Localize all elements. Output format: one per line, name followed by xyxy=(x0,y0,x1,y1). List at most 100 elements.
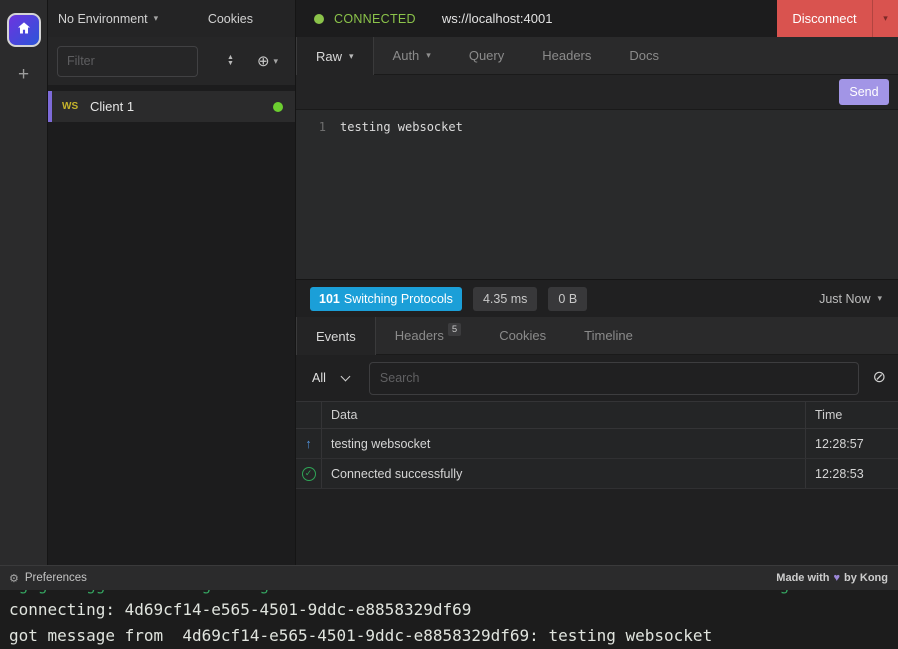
event-type-select[interactable]: All xyxy=(308,371,353,385)
event-filter-row: All ⊘ xyxy=(296,355,898,401)
response-time-badge: 4.35 ms xyxy=(473,287,537,311)
credit-suffix: by Kong xyxy=(844,572,888,584)
status-badge: 101 Switching Protocols xyxy=(310,287,462,311)
response-history-dropdown[interactable]: Just Now ▾ xyxy=(819,292,884,306)
event-time: 12:28:57 xyxy=(805,429,898,458)
home-button[interactable] xyxy=(7,13,41,47)
connected-dot xyxy=(273,102,283,112)
tab-query-label: Query xyxy=(469,48,504,63)
gear-icon: ⚙ xyxy=(9,572,19,585)
disconnect-label: Disconnect xyxy=(777,0,872,37)
kong-credit: Made with ♥ by Kong xyxy=(776,572,888,584)
sidebar: No Environment ▾ Cookies ▲ ▼ ⊕ ▾ WS xyxy=(48,0,295,565)
sort-icon[interactable]: ▲ ▼ xyxy=(227,55,234,67)
sent-arrow-icon: ↑ xyxy=(305,436,312,451)
terminal-clipped-line: g g gg g g g xyxy=(9,590,898,597)
tab-timeline-label: Timeline xyxy=(584,328,633,343)
credit-prefix: Made with xyxy=(776,572,829,584)
heart-icon: ♥ xyxy=(833,572,840,584)
disconnect-button[interactable]: Disconnect ▾ xyxy=(777,0,898,37)
preferences-label: Preferences xyxy=(25,572,87,584)
tab-events-label: Events xyxy=(316,329,356,344)
insomnia-app: + No Environment ▾ Cookies ▲ ▼ ⊕ ▾ xyxy=(0,0,898,649)
check-circle-icon: ✓ xyxy=(302,467,316,481)
tab-response-cookies-label: Cookies xyxy=(499,328,546,343)
activity-rail: + xyxy=(0,0,48,565)
tab-headers[interactable]: Headers xyxy=(523,37,610,74)
response-status-bar: 101 Switching Protocols 4.35 ms 0 B Just… xyxy=(296,279,898,317)
message-editor[interactable]: 1 testing websocket xyxy=(296,110,898,279)
send-button[interactable]: Send xyxy=(839,79,889,105)
sort-down-icon: ▼ xyxy=(227,61,234,67)
terminal-line: got message from 4d69cf14-e565-4501-9ddc… xyxy=(9,623,898,649)
sidebar-header: No Environment ▾ Cookies xyxy=(48,0,295,37)
main-pane: CONNECTED ws://localhost:4001 Disconnect… xyxy=(295,0,898,565)
event-data: testing websocket xyxy=(322,437,805,451)
chevron-down-icon: ▾ xyxy=(274,56,279,67)
ws-method-tag: WS xyxy=(62,101,90,112)
tab-docs-label: Docs xyxy=(629,48,659,63)
main-row: + No Environment ▾ Cookies ▲ ▼ ⊕ ▾ xyxy=(0,0,898,565)
tab-events[interactable]: Events xyxy=(296,317,376,355)
cookies-button[interactable]: Cookies xyxy=(208,12,253,26)
disconnect-menu-button[interactable]: ▾ xyxy=(872,0,898,37)
preferences-button[interactable]: ⚙ Preferences xyxy=(9,572,87,585)
request-tabs: Raw ▾ Auth ▾ Query Headers Docs xyxy=(296,37,898,75)
editor-line: 1 testing websocket xyxy=(296,118,898,136)
create-request-button[interactable]: ⊕ ▾ xyxy=(257,54,278,69)
url-bar: CONNECTED ws://localhost:4001 Disconnect… xyxy=(296,0,898,37)
line-number: 1 xyxy=(296,118,340,136)
tab-auth-label: Auth xyxy=(393,48,420,63)
chevron-down-icon: ▾ xyxy=(349,51,354,62)
event-row-sent[interactable]: ↑ testing websocket 12:28:57 xyxy=(296,429,898,459)
request-item-client-1[interactable]: WS Client 1 xyxy=(48,91,295,122)
icon-column-header xyxy=(296,402,322,428)
connection-status: CONNECTED xyxy=(334,12,416,26)
response-size-badge: 0 B xyxy=(548,287,587,311)
response-when-label: Just Now xyxy=(819,292,870,306)
event-row-connected[interactable]: ✓ Connected successfully 12:28:53 xyxy=(296,459,898,489)
sidebar-filter-row: ▲ ▼ ⊕ ▾ xyxy=(48,37,295,85)
environment-label: No Environment xyxy=(58,12,148,26)
sidebar-filter-input[interactable] xyxy=(57,46,198,77)
new-project-button[interactable]: + xyxy=(18,65,29,84)
tab-query[interactable]: Query xyxy=(450,37,523,74)
chevron-down-icon: ▾ xyxy=(426,50,431,61)
response-empty-area xyxy=(296,489,898,565)
tab-response-headers-label: Headers xyxy=(395,328,444,343)
connection-dot xyxy=(314,14,324,24)
home-icon xyxy=(16,20,32,41)
request-list: WS Client 1 xyxy=(48,85,295,565)
status-text: Switching Protocols xyxy=(344,292,453,306)
event-data: Connected successfully xyxy=(322,467,805,481)
tab-auth[interactable]: Auth ▾ xyxy=(374,37,450,74)
tab-raw-label: Raw xyxy=(316,49,342,64)
event-time: 12:28:53 xyxy=(805,459,898,488)
chevron-down-icon: ▾ xyxy=(154,13,159,24)
events-table: Data Time ↑ testing websocket 12:28:57 ✓… xyxy=(296,401,898,489)
tab-headers-label: Headers xyxy=(542,48,591,63)
events-table-header: Data Time xyxy=(296,401,898,429)
tab-response-cookies[interactable]: Cookies xyxy=(480,317,565,354)
websocket-url[interactable]: ws://localhost:4001 xyxy=(442,11,553,26)
chevron-down-icon: ▾ xyxy=(877,293,882,304)
tab-response-headers[interactable]: Headers 5 xyxy=(376,317,480,354)
event-search-input[interactable] xyxy=(369,362,859,395)
tab-docs[interactable]: Docs xyxy=(610,37,678,74)
editor-content: testing websocket xyxy=(340,118,463,136)
tab-timeline[interactable]: Timeline xyxy=(565,317,652,354)
environment-selector[interactable]: No Environment ▾ xyxy=(58,12,158,26)
response-tabs: Events Headers 5 Cookies Timeline xyxy=(296,317,898,355)
chevron-down-icon: ▾ xyxy=(883,13,888,24)
send-row: Send xyxy=(296,75,898,110)
server-terminal: g g gg g g g connecting: 4d69cf14-e565-4… xyxy=(0,590,898,649)
tab-raw[interactable]: Raw ▾ xyxy=(296,37,374,75)
time-column-header: Time xyxy=(805,402,898,428)
headers-count-badge: 5 xyxy=(448,323,461,336)
event-type-value: All xyxy=(312,371,326,385)
request-name: Client 1 xyxy=(90,99,273,114)
clear-events-icon[interactable]: ⊘ xyxy=(873,370,886,386)
status-footer: ⚙ Preferences Made with ♥ by Kong xyxy=(0,565,898,590)
status-code: 101 xyxy=(319,292,340,306)
plus-circle-icon: ⊕ xyxy=(257,54,270,69)
